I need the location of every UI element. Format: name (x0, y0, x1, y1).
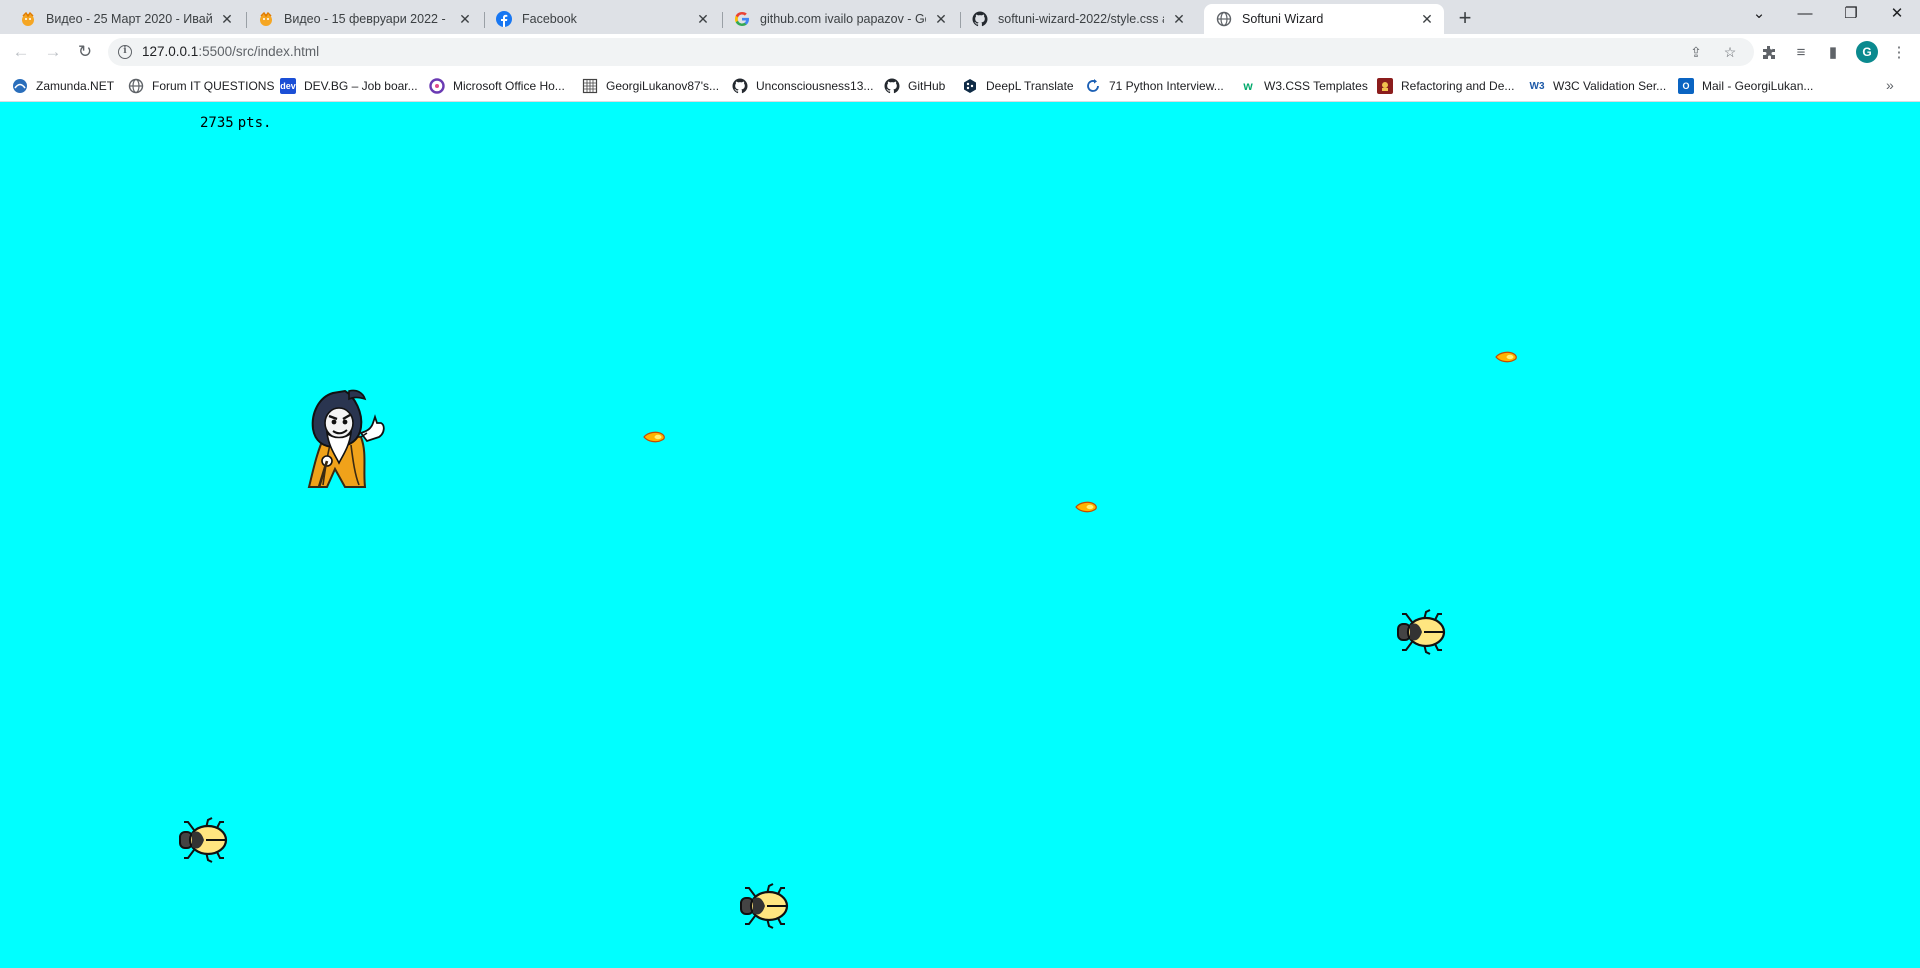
bug-enemy (740, 883, 789, 929)
tab-5[interactable]: Softuni Wizard ✕ (1204, 4, 1444, 34)
grid-icon (582, 78, 598, 94)
score-unit: pts. (237, 115, 272, 131)
window-close-button[interactable]: ✕ (1874, 0, 1920, 30)
globe-icon (1216, 11, 1232, 27)
bookmark-label: DeepL Translate (986, 79, 1074, 93)
bookmark-label: DEV.BG – Job boar... (304, 79, 418, 93)
bookmark-label: 71 Python Interview... (1109, 79, 1224, 93)
bookmark-item[interactable]: Refactoring and De... (1377, 76, 1514, 96)
tab-title: Видео - 15 февруари 2022 - Ива (284, 12, 450, 26)
bookmark-item[interactable]: Microsoft Office Ho... (429, 76, 565, 96)
tab-0[interactable]: Видео - 25 Март 2020 - Ивайло ✕ (8, 4, 244, 34)
bookmark-label: GeorgiLukanov87's... (606, 79, 720, 93)
bookmark-item[interactable]: DeepL Translate (962, 76, 1074, 96)
tab-strip: Видео - 25 Март 2020 - Ивайло ✕ Видео - … (0, 0, 1920, 34)
bookmark-label: Microsoft Office Ho... (453, 79, 565, 93)
menu-icon[interactable]: ⋮ (1888, 42, 1910, 64)
game-area[interactable]: 2735 pts. (0, 102, 1920, 968)
orange-bird-icon (258, 11, 274, 27)
bookmark-label: Refactoring and De... (1401, 79, 1515, 93)
bookmark-label: Mail - GeorgiLukan... (1702, 79, 1814, 93)
tab-title: github.com ivailo papazov - Goo (760, 12, 926, 26)
url-text[interactable]: 127.0.0.1:5500/src/index.html (142, 44, 319, 59)
back-button[interactable]: ← (8, 39, 34, 65)
bookmark-label: Forum IT QUESTIONS (152, 79, 275, 93)
close-icon[interactable]: ✕ (1170, 10, 1188, 28)
google-icon (128, 78, 144, 94)
tab-title: Softuni Wizard (1242, 12, 1324, 26)
google-icon (734, 11, 750, 27)
refresh-icon (1085, 78, 1101, 94)
bookmark-item[interactable]: Forum IT QUESTIONS (128, 76, 274, 96)
share-icon[interactable]: ⇪ (1686, 42, 1706, 62)
info-icon[interactable]: i (118, 45, 132, 59)
bookmark-item[interactable]: GeorgiLukanov87's... (582, 76, 719, 96)
bookmark-label: Zamunda.NET (36, 79, 115, 93)
bookmark-item[interactable]: W3 W3C Validation Ser... (1529, 76, 1667, 96)
extensions-icon[interactable] (1758, 42, 1780, 64)
bookmark-item[interactable]: dev DEV.BG – Job boar... (280, 76, 418, 96)
bookmark-label: W3C Validation Ser... (1553, 79, 1667, 93)
tab-4[interactable]: softuni-wizard-2022/style.css at ✕ (960, 4, 1196, 34)
bug-enemy (1397, 609, 1446, 655)
fireball (643, 431, 665, 443)
url-path: :5500/src/index.html (198, 44, 320, 59)
bookmark-label: GitHub (908, 79, 946, 93)
fireball (1495, 351, 1517, 363)
url-host: 127.0.0.1 (142, 44, 199, 59)
tab-2[interactable]: Facebook ✕ (484, 4, 720, 34)
bookmarks-bar: Zamunda.NET Forum IT QUESTIONS dev DEV.B… (0, 70, 1920, 102)
bookmark-item[interactable]: Zamunda.NET (12, 76, 114, 96)
bookmark-item[interactable]: w W3.CSS Templates (1240, 76, 1368, 96)
star-icon[interactable]: ☆ (1720, 42, 1740, 62)
bookmark-item[interactable]: 71 Python Interview... (1085, 76, 1224, 96)
close-icon[interactable]: ✕ (1418, 10, 1436, 28)
bookmark-label: Unconsciousness13... (756, 79, 874, 93)
tab-search-icon[interactable]: ⌄ (1736, 0, 1782, 30)
orange-bird-icon (20, 11, 36, 27)
close-icon[interactable]: ✕ (932, 10, 950, 28)
address-bar[interactable]: i 127.0.0.1:5500/src/index.html ⇪ ☆ (108, 38, 1754, 66)
tab-1[interactable]: Видео - 15 февруари 2022 - Ива ✕ (246, 4, 482, 34)
browser-toolbar: ← → ↻ i 127.0.0.1:5500/src/index.html ⇪ … (0, 34, 1920, 70)
w3-icon: w (1243, 79, 1253, 93)
tab-3[interactable]: github.com ivailo papazov - Goo ✕ (722, 4, 958, 34)
bookmark-item[interactable]: O Mail - GeorgiLukan... (1678, 76, 1813, 96)
reload-button[interactable]: ↻ (72, 39, 98, 65)
bookmark-item[interactable]: Unconsciousness13... (732, 76, 873, 96)
w3c-icon: W3 (1529, 80, 1545, 92)
github-icon (884, 78, 900, 94)
score-value: 2735 (200, 115, 234, 131)
office-icon (429, 78, 445, 94)
fireball (1075, 501, 1097, 513)
dev-icon: dev (280, 78, 296, 94)
tab-title: Видео - 25 Март 2020 - Ивайло (46, 12, 212, 26)
new-tab-button[interactable]: + (1452, 6, 1478, 32)
tab-title: softuni-wizard-2022/style.css at (998, 12, 1164, 26)
bug-enemy (179, 817, 228, 863)
bookmark-item[interactable]: GitHub (884, 76, 945, 96)
deepl-icon (962, 78, 978, 94)
github-icon (732, 78, 748, 94)
restore-button[interactable]: ❐ (1828, 0, 1874, 30)
bookmark-label: W3.CSS Templates (1264, 79, 1368, 93)
more-bookmarks-icon[interactable]: » (1886, 77, 1894, 93)
outlook-icon: O (1678, 78, 1694, 94)
github-icon (972, 11, 988, 27)
close-icon[interactable]: ✕ (694, 10, 712, 28)
side-panel-icon[interactable]: ▮ (1822, 42, 1844, 64)
facebook-icon (496, 11, 512, 27)
close-icon[interactable]: ✕ (456, 10, 474, 28)
score-display: 2735 pts. (200, 115, 275, 131)
minimize-button[interactable]: — (1782, 0, 1828, 30)
forward-button[interactable]: → (40, 39, 66, 65)
wizard-player (307, 389, 385, 488)
refactoring-icon (1377, 78, 1393, 94)
tab-title: Facebook (522, 12, 577, 26)
profile-avatar[interactable]: G (1856, 41, 1878, 63)
media-control-icon[interactable]: ≡ (1790, 42, 1812, 64)
close-icon[interactable]: ✕ (218, 10, 236, 28)
zamunda-icon (12, 78, 28, 94)
